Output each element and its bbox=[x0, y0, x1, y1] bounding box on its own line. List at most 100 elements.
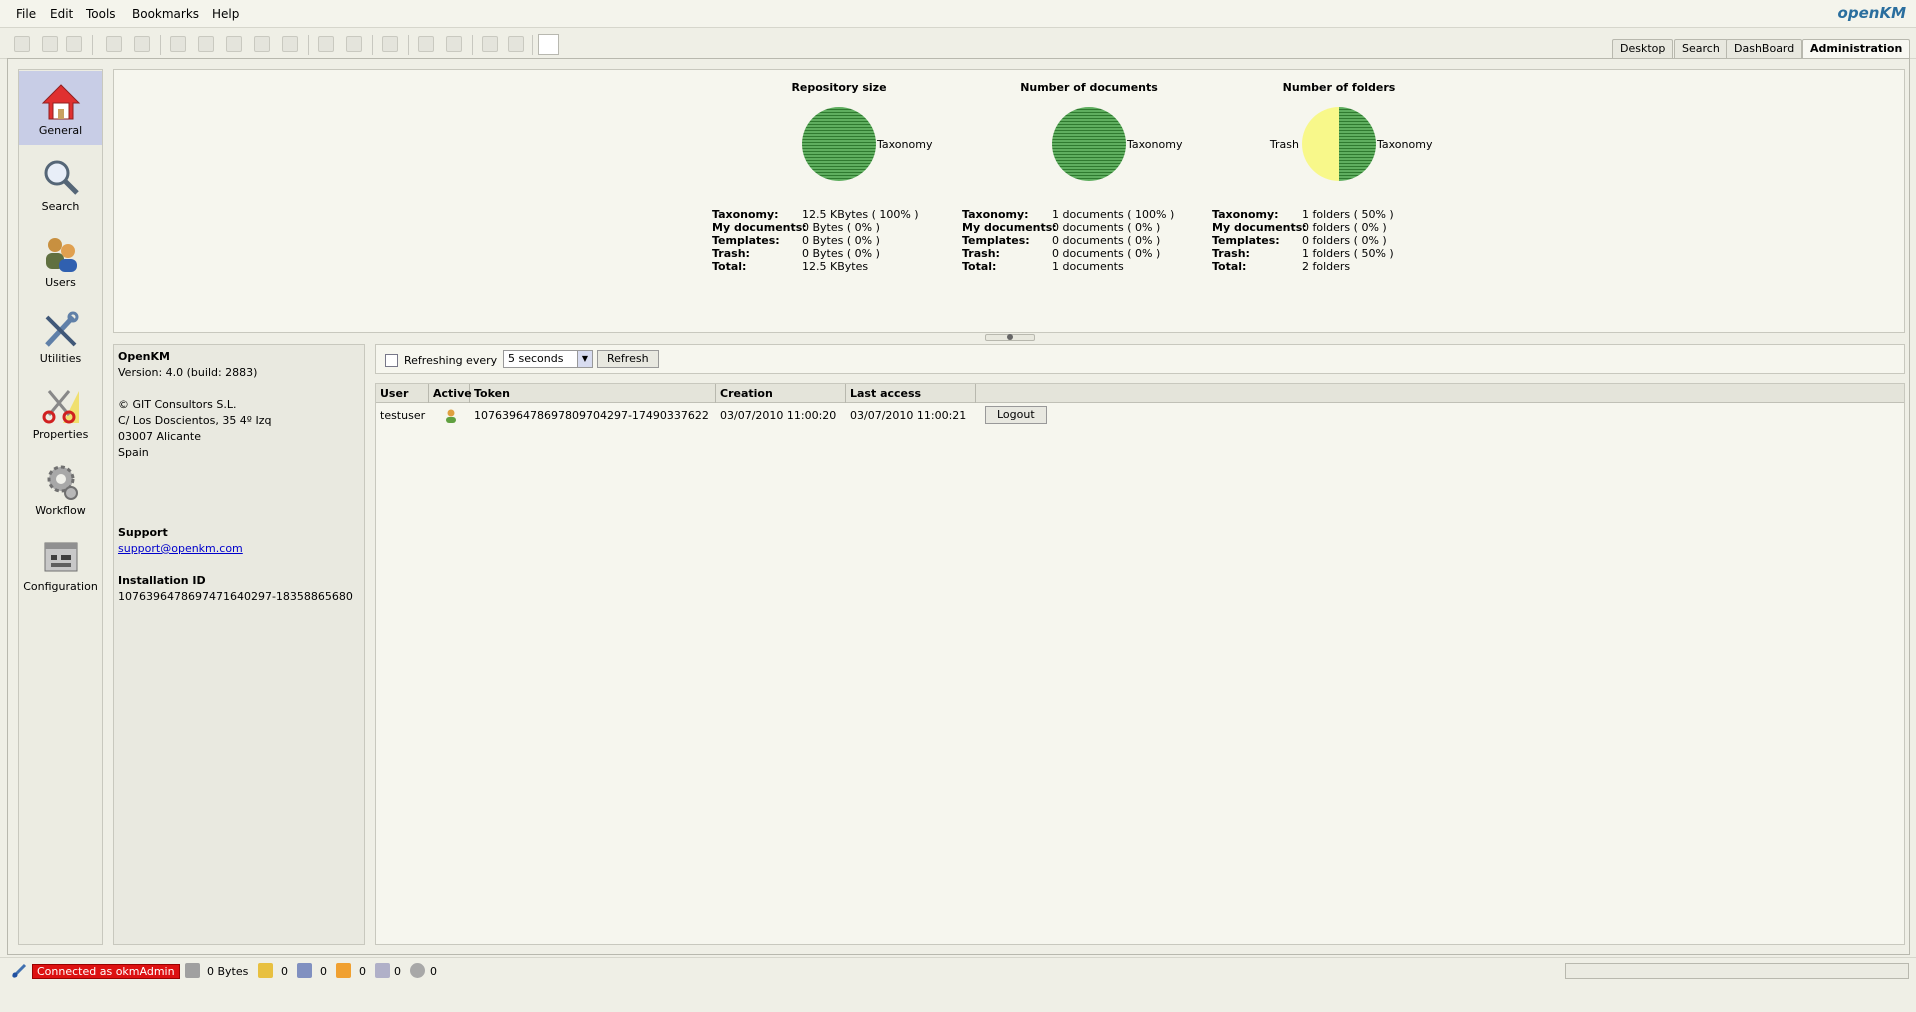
menu-bookmarks[interactable]: Bookmarks bbox=[132, 7, 199, 21]
stat-row: Taxonomy: 1 folders ( 50% ) bbox=[1212, 208, 1394, 221]
mail-icon[interactable] bbox=[336, 963, 351, 978]
stat-value: 12.5 KBytes ( 100% ) bbox=[802, 208, 919, 221]
stat-value: 1 folders ( 50% ) bbox=[1302, 247, 1394, 260]
nav-utilities[interactable]: Utilities bbox=[19, 299, 102, 373]
logout-button[interactable]: Logout bbox=[985, 406, 1047, 424]
workflow-icon[interactable] bbox=[382, 36, 398, 52]
stat-label: Templates: bbox=[1212, 234, 1280, 247]
add-property-group-icon[interactable] bbox=[318, 36, 334, 52]
subscriptions-icon[interactable] bbox=[375, 963, 390, 978]
column-active[interactable]: Active bbox=[429, 384, 472, 403]
users-icon bbox=[46, 238, 77, 272]
nav-workflow[interactable]: Workflow bbox=[19, 451, 102, 525]
status-bar: Connected as okmAdmin 0 Bytes 0 0 0 0 0 bbox=[0, 957, 1916, 983]
pie-chart: Taxonomy bbox=[802, 107, 933, 181]
support-label: Support bbox=[118, 526, 168, 539]
find-folder-icon[interactable] bbox=[42, 36, 58, 52]
column-user[interactable]: User bbox=[376, 384, 429, 403]
stat-row: Templates: 0 documents ( 0% ) bbox=[962, 234, 1160, 247]
pie-slice bbox=[1052, 107, 1126, 181]
menu-file[interactable]: File bbox=[16, 7, 36, 21]
sessions-table: User Active Token Creation Last access t… bbox=[375, 383, 1905, 945]
tab-desktop[interactable]: Desktop bbox=[1612, 39, 1674, 58]
checkout-documents-icon[interactable] bbox=[297, 963, 312, 978]
session-creation: 03/07/2010 11:00:20 bbox=[720, 409, 837, 422]
disk-usage-value: 0 Bytes bbox=[207, 965, 249, 978]
stat-label: Taxonomy: bbox=[1212, 208, 1279, 221]
stat-value: 1 folders ( 50% ) bbox=[1302, 208, 1394, 221]
workflow-count: 0 bbox=[430, 965, 437, 978]
pie-slice bbox=[1302, 107, 1339, 181]
splitter-handle-icon[interactable] bbox=[1007, 334, 1013, 340]
remove-property-group-icon[interactable] bbox=[346, 36, 362, 52]
tab-administration[interactable]: Administration bbox=[1802, 39, 1911, 58]
stat-row: Taxonomy: 12.5 KBytes ( 100% ) bbox=[712, 208, 919, 221]
checkin-icon[interactable] bbox=[226, 36, 242, 52]
column-creation[interactable]: Creation bbox=[716, 384, 846, 403]
find-document-icon[interactable] bbox=[66, 36, 82, 52]
stat-label: Total: bbox=[962, 260, 997, 273]
stat-row: My documents:0 folders ( 0% ) bbox=[1212, 221, 1387, 234]
nav-general[interactable]: General bbox=[19, 71, 102, 145]
nav-configuration[interactable]: Configuration bbox=[19, 527, 102, 601]
tab-search[interactable]: Search bbox=[1674, 39, 1728, 58]
nav-users[interactable]: Users bbox=[19, 223, 102, 297]
unlock-icon[interactable] bbox=[134, 36, 150, 52]
add-subscription-icon[interactable] bbox=[418, 36, 434, 52]
stat-label: Total: bbox=[712, 260, 747, 273]
menu-help[interactable]: Help bbox=[212, 7, 239, 21]
menu-edit[interactable]: Edit bbox=[50, 7, 73, 21]
refresh-interval-select[interactable]: 5 seconds ▼ bbox=[503, 350, 593, 368]
tools-icon bbox=[45, 311, 79, 347]
nav-utilities-label: Utilities bbox=[39, 352, 82, 365]
company-name: © GIT Consultors S.L. bbox=[118, 398, 237, 411]
stat-value: 12.5 KBytes bbox=[802, 260, 869, 273]
edit-document-icon[interactable] bbox=[198, 36, 214, 52]
column-token[interactable]: Token bbox=[470, 384, 716, 403]
column-last-access[interactable]: Last access bbox=[846, 384, 976, 403]
stat-label: Trash: bbox=[712, 247, 750, 260]
stat-value: 0 documents ( 0% ) bbox=[1052, 234, 1161, 247]
cancel-checkout-icon[interactable] bbox=[254, 36, 270, 52]
refresh-interval-value: 5 seconds bbox=[508, 352, 564, 365]
pie-label: Trash bbox=[1269, 138, 1299, 151]
sessions-refresh-bar: Refreshing every 5 seconds ▼ Refresh bbox=[375, 344, 1905, 374]
refresh-icon[interactable] bbox=[482, 36, 498, 52]
nav-workflow-label: Workflow bbox=[35, 504, 86, 517]
stat-value: 1 documents ( 100% ) bbox=[1052, 208, 1175, 221]
company-address: C/ Los Doscientos, 35 4º Izq bbox=[118, 414, 272, 427]
home-icon[interactable] bbox=[508, 36, 524, 52]
nav-general-label: General bbox=[38, 124, 83, 137]
nav-search[interactable]: Search bbox=[19, 147, 102, 221]
stat-value: 0 folders ( 0% ) bbox=[1302, 234, 1387, 247]
stat-label: Total: bbox=[1212, 260, 1247, 273]
connected-user-badge: Connected as okmAdmin bbox=[32, 964, 180, 979]
stat-label: Templates: bbox=[962, 234, 1030, 247]
auto-refresh-checkbox[interactable] bbox=[385, 354, 398, 367]
installation-id-label: Installation ID bbox=[118, 574, 206, 587]
nav-properties[interactable]: Properties bbox=[19, 375, 102, 449]
openkm-logo: openKM bbox=[1837, 4, 1906, 22]
nav-properties-label: Properties bbox=[32, 428, 89, 441]
chevron-down-icon[interactable]: ▼ bbox=[577, 351, 592, 367]
home-icon bbox=[41, 84, 81, 120]
stat-value: 1 documents bbox=[1052, 260, 1124, 273]
remove-subscription-icon[interactable] bbox=[446, 36, 462, 52]
lock-icon[interactable] bbox=[106, 36, 122, 52]
workflow-gear-icon[interactable] bbox=[410, 963, 425, 978]
delete-icon[interactable] bbox=[282, 36, 298, 52]
add-document-icon[interactable] bbox=[170, 36, 186, 52]
support-email-link[interactable]: support@openkm.com bbox=[118, 542, 243, 555]
menu-tools[interactable]: Tools bbox=[86, 7, 116, 21]
magnifier-icon bbox=[44, 160, 79, 195]
stat-row: Trash: 0 Bytes ( 0% ) bbox=[712, 247, 880, 260]
connection-icon bbox=[11, 963, 27, 979]
subscriptions-count: 0 bbox=[394, 965, 401, 978]
refresh-button[interactable]: Refresh bbox=[597, 350, 659, 368]
toolbar-input[interactable] bbox=[538, 34, 559, 55]
nav-users-label: Users bbox=[45, 276, 76, 289]
create-folder-icon[interactable] bbox=[14, 36, 30, 52]
pie-chart: Taxonomy Trash bbox=[1269, 107, 1433, 181]
locked-documents-icon[interactable] bbox=[258, 963, 273, 978]
tab-dashboard[interactable]: DashBoard bbox=[1726, 39, 1803, 58]
